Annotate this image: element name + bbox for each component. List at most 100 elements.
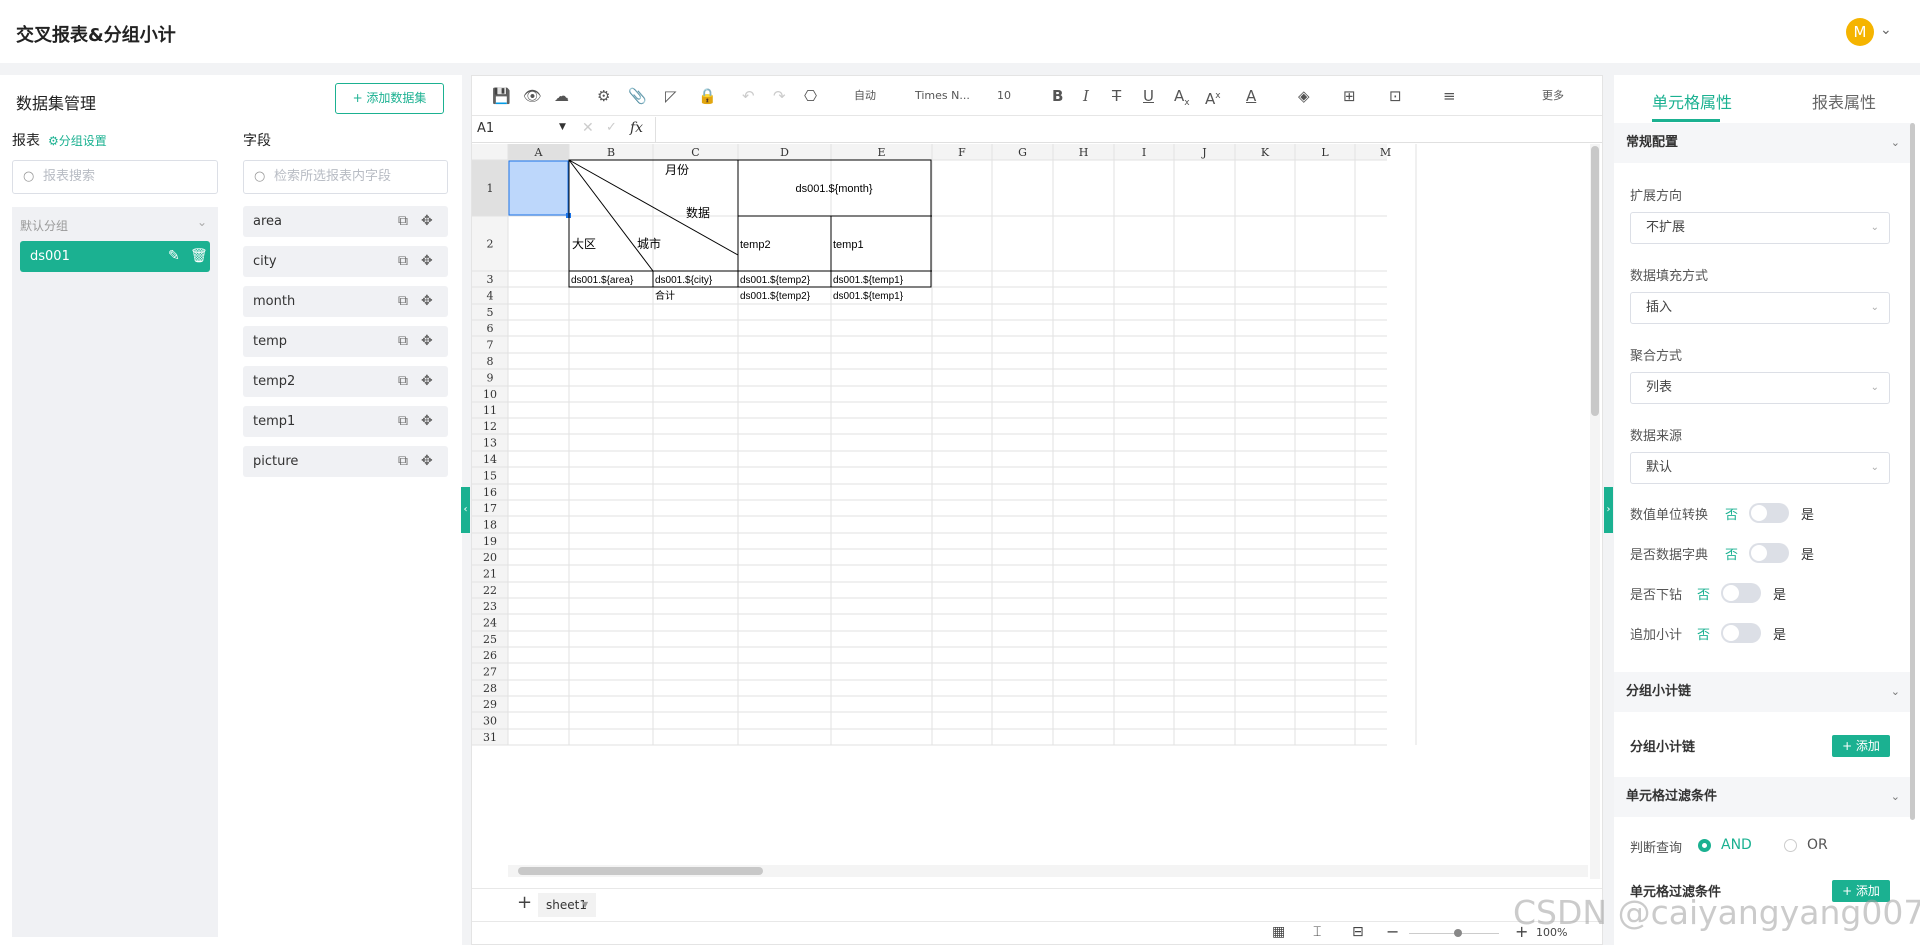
column-header[interactable]: A <box>534 146 544 159</box>
dictionary-toggle[interactable] <box>1749 543 1789 563</box>
row-header[interactable]: 17 <box>483 502 497 515</box>
add-dataset-button[interactable]: + 添加数据集 <box>335 83 444 114</box>
add-sheet-icon[interactable]: + <box>517 892 532 913</box>
report-search-input[interactable]: ○ 报表搜索 <box>12 160 218 194</box>
aggregation-select[interactable]: 列表 ⌄ <box>1630 372 1890 404</box>
row-header[interactable]: 2 <box>487 238 494 251</box>
redo-icon[interactable]: ↷ <box>773 86 786 106</box>
copy-icon[interactable]: ⧉ <box>398 326 408 357</box>
move-icon[interactable]: ✥ <box>421 286 433 317</box>
cell-text-d4[interactable]: ds001.${temp2} <box>740 291 811 302</box>
field-item[interactable]: temp2 ⧉ ✥ <box>243 366 448 397</box>
row-header[interactable]: 15 <box>483 470 497 483</box>
row-header[interactable]: 18 <box>483 519 497 532</box>
field-item[interactable]: month ⧉ ✥ <box>243 286 448 317</box>
field-item[interactable]: temp ⧉ ✥ <box>243 326 448 357</box>
column-header[interactable]: H <box>1079 146 1089 159</box>
row-header[interactable]: 21 <box>483 568 497 581</box>
group-setting-link[interactable]: ⚙分组设置 <box>48 132 107 149</box>
row-header[interactable]: 27 <box>483 666 497 679</box>
edit-icon[interactable]: ✎ <box>168 241 180 272</box>
row-header[interactable]: 20 <box>483 551 497 564</box>
attach-icon[interactable]: 📎 <box>628 86 647 106</box>
move-icon[interactable]: ✥ <box>421 326 433 357</box>
collapse-right-handle[interactable]: › <box>1604 487 1613 533</box>
chevron-down-icon[interactable]: ⌄ <box>197 215 207 229</box>
cell-text-c3[interactable]: ds001.${city} <box>655 275 713 286</box>
copy-icon[interactable]: ⧉ <box>398 366 408 397</box>
chevron-down-icon[interactable]: ⌄ <box>1891 123 1900 163</box>
preview-icon[interactable]: 👁 <box>523 86 542 106</box>
group-name[interactable]: 默认分组 <box>20 217 68 234</box>
scrollbar[interactable] <box>1910 123 1915 820</box>
section-cell-filter[interactable]: 单元格过滤条件 ⌄ <box>1614 777 1914 817</box>
cell-text-b3[interactable]: ds001.${area} <box>571 275 634 286</box>
cell-text-d2[interactable]: temp2 <box>740 239 771 251</box>
move-icon[interactable]: ✥ <box>421 366 433 397</box>
row-header[interactable]: 1 <box>487 182 494 195</box>
drilldown-toggle[interactable] <box>1721 583 1761 603</box>
row-header[interactable]: 3 <box>487 273 494 286</box>
more-menu[interactable]: 更多 <box>1542 86 1564 106</box>
strikethrough-icon[interactable]: T <box>1112 86 1121 106</box>
chevron-down-icon[interactable]: ⌄ <box>1880 22 1892 38</box>
row-header[interactable]: 19 <box>483 535 497 548</box>
copy-icon[interactable]: ⧉ <box>398 286 408 317</box>
copy-icon[interactable]: ⧉ <box>398 406 408 437</box>
cell-reference[interactable]: A1 <box>477 121 494 136</box>
dataset-item[interactable]: ds001 ✎ 🗑 <box>20 241 210 272</box>
font-select[interactable]: Times N... <box>915 86 970 106</box>
page-break-icon[interactable]: ⊟ <box>1352 924 1364 940</box>
source-select[interactable]: 默认 ⌄ <box>1630 452 1890 484</box>
cell-text-e2[interactable]: temp1 <box>833 239 864 251</box>
bold-icon[interactable]: B <box>1052 86 1063 106</box>
avatar[interactable]: M <box>1846 18 1874 46</box>
cell-text-e4[interactable]: ds001.${temp1} <box>833 291 904 302</box>
field-search-input[interactable]: ○ 检索所选报表内字段 <box>243 160 448 194</box>
column-header[interactable]: I <box>1142 146 1146 159</box>
normal-view-icon[interactable]: ▦ <box>1272 924 1285 940</box>
cell-text-region_header[interactable]: 大区 <box>572 237 596 251</box>
move-icon[interactable]: ✥ <box>421 406 433 437</box>
copy-icon[interactable]: ⧉ <box>398 446 408 477</box>
cell-text-d3[interactable]: ds001.${temp2} <box>740 275 811 286</box>
row-header[interactable]: 8 <box>487 355 494 368</box>
column-header[interactable]: J <box>1201 146 1206 159</box>
auto-format-select[interactable]: 自动 <box>854 86 876 106</box>
field-item[interactable]: temp1 ⧉ ✥ <box>243 406 448 437</box>
section-group-chain[interactable]: 分组小计链 ⌄ <box>1614 672 1914 712</box>
expand-select[interactable]: 不扩展 ⌄ <box>1630 212 1890 244</box>
row-header[interactable]: 14 <box>483 453 497 466</box>
zoom-out-icon[interactable]: − <box>1386 922 1399 941</box>
subtotal-toggle[interactable] <box>1721 623 1761 643</box>
selected-cell[interactable] <box>508 160 569 216</box>
diagonal-icon[interactable]: ◸ <box>665 86 677 106</box>
align-icon[interactable]: ≡ <box>1443 86 1456 106</box>
row-header[interactable]: 31 <box>483 731 497 744</box>
field-item[interactable]: city ⧉ ✥ <box>243 246 448 277</box>
row-header[interactable]: 13 <box>483 437 497 450</box>
underline-icon[interactable]: U <box>1143 86 1154 106</box>
cancel-icon[interactable]: ✕ <box>582 120 594 136</box>
undo-icon[interactable]: ↶ <box>742 86 755 106</box>
font-size-select[interactable]: 10 <box>997 86 1011 106</box>
row-header[interactable]: 24 <box>483 617 497 630</box>
copy-icon[interactable]: ⧉ <box>398 246 408 277</box>
column-header[interactable]: M <box>1380 146 1391 159</box>
row-header[interactable]: 22 <box>483 584 497 597</box>
row-header[interactable]: 7 <box>487 339 494 352</box>
italic-icon[interactable]: I <box>1083 86 1089 106</box>
merge-icon[interactable]: ⊡ <box>1389 86 1402 106</box>
horizontal-scrollbar[interactable] <box>518 867 763 875</box>
row-header[interactable]: 11 <box>483 404 497 417</box>
cell-text-c4[interactable]: 合计 <box>655 289 675 302</box>
upload-icon[interactable]: ☁ <box>554 86 569 106</box>
grid-canvas[interactable]: A B C D E F G H I J K L M123456789101112131415161718… <box>472 144 1602 879</box>
field-item[interactable]: area ⧉ ✥ <box>243 206 448 237</box>
chevron-down-icon[interactable]: ⌄ <box>1891 672 1900 712</box>
cell-text-data_header[interactable]: 数据 <box>686 205 710 220</box>
confirm-icon[interactable]: ✓ <box>606 120 617 135</box>
subscript-icon[interactable]: Ax <box>1174 86 1190 108</box>
fill-select[interactable]: 插入 ⌄ <box>1630 292 1890 324</box>
tab-report-properties[interactable]: 报表属性 <box>1812 89 1876 113</box>
